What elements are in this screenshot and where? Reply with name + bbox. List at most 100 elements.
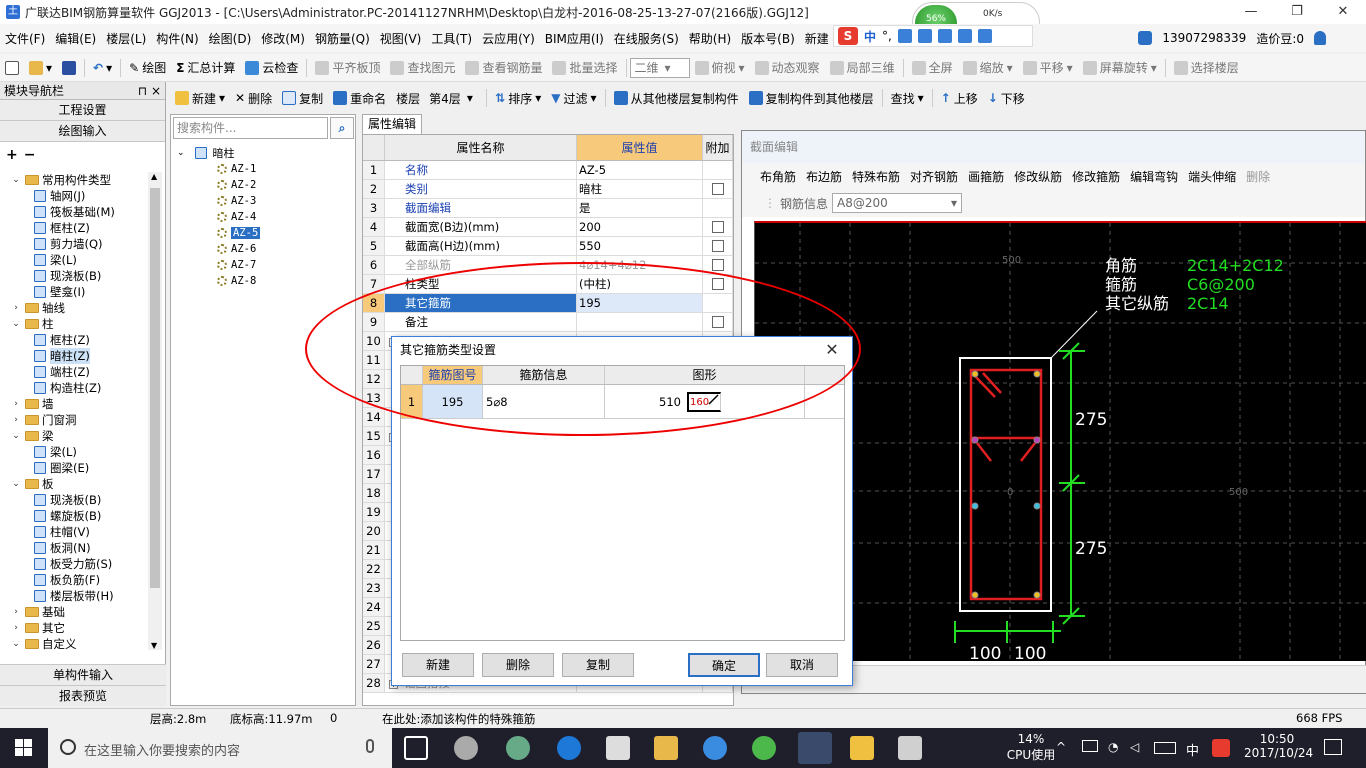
pin-icon[interactable]: ⊓ (138, 84, 147, 98)
local-3d-button[interactable]: 局部三维 (825, 57, 900, 79)
new-button[interactable]: 新建 (402, 653, 474, 677)
menu-bim[interactable]: BIM应用(I) (540, 30, 609, 47)
tree-item[interactable]: ⌄ 梁 (0, 428, 148, 444)
prop-value-cell[interactable]: 4⌀14+4⌀12 (577, 256, 703, 274)
menu-modify[interactable]: 修改(M) (256, 30, 310, 47)
tree-item[interactable]: ⌄ 自定义 (0, 636, 148, 650)
rename-button[interactable]: 重命名 (328, 87, 391, 109)
prop-value-cell[interactable]: 550 (577, 237, 703, 255)
menu-draw[interactable]: 绘图(D) (204, 30, 257, 47)
view-mode-select[interactable]: 二维 ▾ (629, 57, 690, 78)
ie-icon[interactable] (703, 736, 727, 760)
browser-icon[interactable] (752, 736, 776, 760)
notification-icon[interactable] (1324, 739, 1342, 755)
delete-button[interactable]: 删除 (482, 653, 554, 677)
cost-beans[interactable]: 造价豆:0 (1256, 30, 1304, 47)
menu-online[interactable]: 在线服务(S) (609, 30, 684, 47)
table-row[interactable]: 4 截面宽(B边)(mm) 200 (363, 218, 733, 237)
tree-item[interactable]: › 其它 (0, 620, 148, 636)
tree-item[interactable]: › 墙 (0, 396, 148, 412)
tree-item[interactable]: 构造柱(Z) (0, 380, 148, 396)
menu-edit[interactable]: 编辑(E) (50, 30, 101, 47)
nav-report-preview[interactable]: 报表预览 (0, 685, 166, 706)
attach-checkbox[interactable] (711, 259, 724, 271)
prop-value-cell[interactable]: 是 (577, 199, 703, 217)
edge-icon[interactable] (557, 736, 581, 760)
attach-checkbox[interactable] (711, 221, 724, 233)
prop-value-cell[interactable]: AZ-5 (577, 161, 703, 179)
menu-view[interactable]: 视图(V) (375, 30, 427, 47)
chevron-right-icon[interactable]: › (10, 607, 22, 617)
collapse-all-icon[interactable]: − (24, 147, 36, 163)
attach-checkbox[interactable] (711, 183, 724, 195)
top-view-button[interactable]: 俯视 ▾ (690, 57, 750, 79)
menu-cloud[interactable]: 云应用(Y) (477, 30, 540, 47)
tab-property-edit[interactable]: 属性编辑 (362, 114, 422, 134)
table-row[interactable]: 6 全部纵筋 4⌀14+4⌀12 (363, 256, 733, 275)
copy-from-floor-button[interactable]: 从其他楼层复制构件 (609, 87, 744, 109)
tree-item[interactable]: ⌄ 柱 (0, 316, 148, 332)
keyboard-icon[interactable] (917, 29, 932, 43)
expand-all-icon[interactable]: + (6, 147, 18, 163)
dynamic-view-button[interactable]: 动态观察 (750, 57, 825, 79)
tree-item[interactable]: 框柱(Z) (0, 332, 148, 348)
fan-app-icon[interactable] (454, 736, 478, 760)
tree-item[interactable]: 剪力墙(Q) (0, 236, 148, 252)
store-icon[interactable] (606, 736, 630, 760)
pan-button[interactable]: 平移 ▾ (1018, 57, 1078, 79)
copy-button[interactable]: 复制 (562, 653, 634, 677)
cpu-usage[interactable]: 14% CPU使用 (1000, 732, 1062, 768)
filter-button[interactable]: ▼ 过滤 ▾ (546, 87, 601, 109)
list-item[interactable]: AZ-3 (177, 193, 260, 209)
tree-item[interactable]: › 门窗洞 (0, 412, 148, 428)
mic-icon[interactable] (366, 739, 374, 753)
maximize-button[interactable]: ❐ (1274, 0, 1320, 24)
menu-component[interactable]: 构件(N) (151, 30, 203, 47)
sort-button[interactable]: ⇅ 排序 ▾ (490, 87, 546, 109)
chevron-right-icon[interactable]: › (10, 303, 22, 313)
section-tool-button[interactable]: 布角筋 (760, 168, 796, 185)
sum-calc-button[interactable]: Σ 汇总计算 (171, 57, 240, 79)
undo-button[interactable]: ↶ ▾ (88, 57, 117, 79)
glodon-app-icon[interactable] (798, 732, 832, 764)
find-button[interactable]: 查找 ▾ (886, 87, 929, 109)
tree-item[interactable]: › 轴线 (0, 300, 148, 316)
chevron-right-icon[interactable]: › (10, 623, 22, 633)
tree-item[interactable]: 筏板基础(M) (0, 204, 148, 220)
prop-value-cell[interactable]: (中柱) (577, 275, 703, 293)
help-app-icon[interactable] (898, 736, 922, 760)
menu-tools[interactable]: 工具(T) (426, 30, 477, 47)
copy-component-button[interactable]: 复制 (277, 87, 328, 109)
table-row[interactable]: 7 柱类型 (中柱) (363, 275, 733, 294)
user-icon[interactable] (937, 29, 952, 43)
section-tool-button[interactable]: 修改箍筋 (1072, 168, 1120, 185)
tray-lang[interactable]: 中 (1186, 740, 1199, 768)
tree-item[interactable]: 壁龛(I) (0, 284, 148, 300)
menu-rebar-qty[interactable]: 钢筋量(Q) (310, 30, 375, 47)
tree-item[interactable]: ⌄ 常用构件类型 (0, 172, 148, 188)
list-item[interactable]: AZ-7 (177, 257, 260, 273)
menu-version[interactable]: 版本号(B) (736, 30, 800, 47)
chevron-right-icon[interactable]: › (10, 399, 22, 409)
section-tool-button[interactable]: 特殊布筋 (852, 168, 900, 185)
list-item[interactable]: AZ-2 (177, 177, 260, 193)
table-row[interactable]: 9 备注 (363, 313, 733, 332)
section-tool-button[interactable]: 布边筋 (806, 168, 842, 185)
floor-select[interactable]: 第4层 ▾ (425, 88, 483, 108)
delete-component-button[interactable]: ✕ 删除 (230, 87, 277, 109)
list-item[interactable]: AZ-1 (177, 161, 260, 177)
scroll-up-icon[interactable]: ▲ (151, 172, 157, 181)
app-icon[interactable] (506, 736, 530, 760)
table-row[interactable]: 8 其它箍筋 195 (363, 294, 733, 313)
section-tool-button[interactable]: 画箍筋 (968, 168, 1004, 185)
chevron-down-icon[interactable]: ⌄ (10, 431, 22, 441)
section-tool-button[interactable]: 端头伸缩 (1188, 168, 1236, 185)
prop-value-cell[interactable] (577, 313, 703, 331)
cancel-button[interactable]: 取消 (766, 653, 838, 677)
table-row[interactable]: 3 截面编辑是 (363, 199, 733, 218)
prop-value-cell[interactable]: 195 (577, 294, 703, 312)
nav-project-settings[interactable]: 工程设置 (0, 100, 165, 121)
nav-single-component-input[interactable]: 单构件输入 (0, 664, 166, 685)
prop-value-cell[interactable]: 暗柱 (577, 180, 703, 198)
nav-drawing-input[interactable]: 绘图输入 (0, 121, 165, 142)
